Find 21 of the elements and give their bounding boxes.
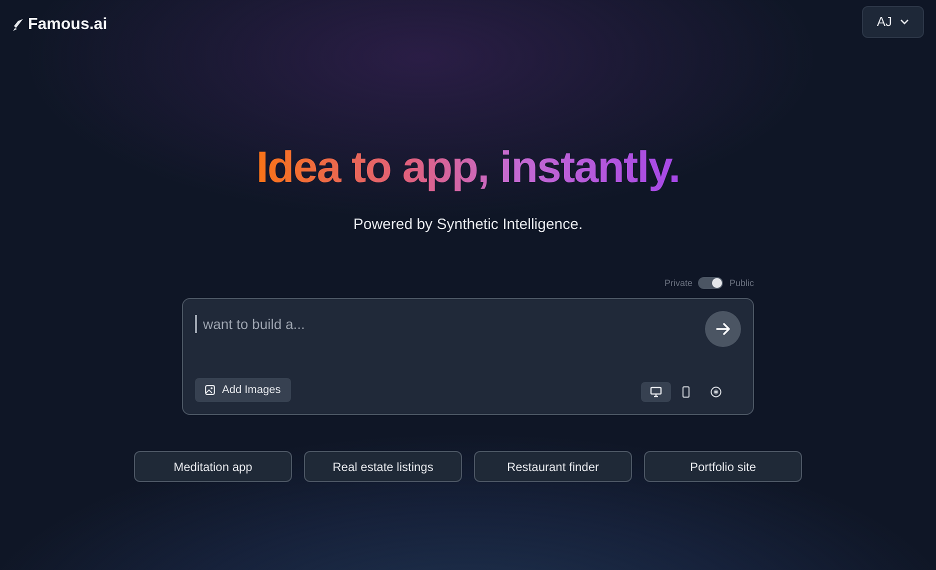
chevron-down-icon (900, 19, 909, 25)
monitor-icon (650, 386, 662, 398)
rocket-icon (12, 18, 24, 32)
suggestion-button[interactable]: Real estate listings (304, 451, 462, 482)
toggle-label: Public (729, 276, 754, 290)
visibility-toggle[interactable] (698, 277, 724, 290)
phone-icon (680, 386, 692, 398)
image-icon (205, 385, 215, 395)
suggestion-button[interactable]: Portfolio site (644, 451, 802, 482)
suggestion-button[interactable]: Meditation app (134, 451, 292, 482)
prompt-input[interactable]: want to build a... (195, 315, 675, 333)
suggestion-button[interactable]: Restaurant finder (474, 451, 632, 482)
toggle-label: Private (664, 276, 692, 290)
asterisk-circle-icon (710, 386, 722, 398)
arrow-right-icon (714, 320, 732, 338)
send-button[interactable] (705, 311, 741, 347)
user-menu-button[interactable]: AJ (862, 6, 924, 38)
add-images-button[interactable]: Add Images (195, 378, 291, 402)
brand-logo[interactable]: Famous.ai (28, 13, 108, 37)
platform-button[interactable] (641, 382, 671, 402)
subtitle: Powered by Synthetic Intelligence. (353, 215, 583, 235)
